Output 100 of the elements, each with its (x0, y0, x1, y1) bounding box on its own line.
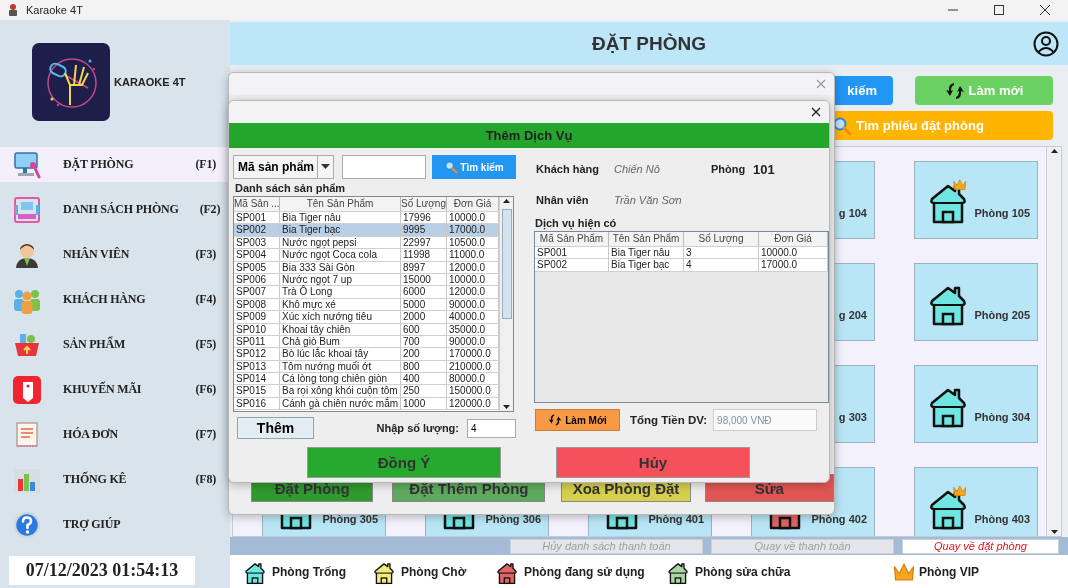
table-cell: Trà Ô Long (280, 286, 401, 298)
table-cell: Xúc xích nướng tiêu (280, 311, 401, 323)
table-cell: 17996 (401, 212, 447, 224)
dialog-title: Thêm Dịch Vụ (229, 123, 829, 148)
table-cell: SP010 (234, 323, 280, 335)
brand-name: KARAOKE 4T (114, 76, 186, 88)
nav-label: NHÂN VIÊN (63, 247, 131, 262)
table-cell: 700 (401, 335, 447, 348)
table-cell: 10000.0 (759, 247, 828, 259)
table-cell: SP003 (234, 236, 280, 249)
table-cell: 9995 (401, 224, 447, 236)
shortcut-label: (F7) (195, 427, 216, 442)
section-title: Dịch vụ hiện có (535, 217, 618, 230)
shortcut-label: (F4) (195, 292, 216, 307)
room-label: Phòng 401 (648, 512, 704, 527)
shortcut-label: (F8) (195, 472, 216, 487)
table-cell: Bia Tiger nâu (609, 247, 684, 259)
table-cell: 6000 (401, 286, 447, 298)
table-cell: 22997 (401, 236, 447, 249)
room-label: Phòng 105 (974, 206, 1030, 221)
nav-label: KHÁCH HÀNG (63, 292, 147, 307)
table-cell: 17000.0 (759, 259, 828, 271)
staff-name: Trần Văn Sơn (614, 194, 683, 206)
customer-name: Chiến Nô (614, 163, 661, 175)
table-cell: 3 (684, 247, 759, 259)
shortcut-label: (F3) (195, 247, 216, 262)
table-cell: SP008 (234, 298, 280, 311)
room-label: Phòng 205 (974, 308, 1030, 323)
table-cell: Ba rọi xông khói cuộn tôm (280, 385, 401, 397)
table-cell: 4 (684, 259, 759, 271)
legend-label: Phòng đang sử dụng (524, 564, 645, 579)
room-label: Phòng 306 (485, 512, 541, 527)
shortcut-label: (F6) (195, 382, 216, 397)
table-cell: Bia Tiger bạc (609, 259, 684, 271)
clock: 07/12/2023 01:54:13 (9, 556, 195, 585)
table-cell: SP004 (234, 249, 280, 261)
room-label: g 303 (838, 410, 867, 425)
table-cell: Khô mực xé (280, 298, 401, 311)
shortcut-label: (F5) (195, 337, 216, 352)
table-cell: SP014 (234, 373, 280, 385)
room-label: Phòng 305 (322, 512, 378, 527)
table-cell: 8997 (401, 261, 447, 273)
section-title: Danh sách sản phẩm (235, 182, 347, 195)
legend-label: Phòng sửa chữa (695, 564, 791, 579)
shortcut-label: (F2) (199, 202, 221, 217)
table-cell: SP001 (234, 212, 280, 224)
table-cell: SP016 (234, 397, 280, 410)
room-label: Phòng 402 (811, 512, 867, 527)
legend-label: Phòng VIP (919, 564, 979, 579)
table-cell: 600 (401, 323, 447, 335)
room-label: g 104 (838, 206, 867, 221)
table-cell: Nước ngọt 7 up (280, 273, 401, 286)
table-cell: Chả giò Bum (280, 335, 401, 348)
table-cell: 1000 (401, 397, 447, 410)
table-cell: Nước ngọt Coca cola (280, 249, 401, 261)
table-cell: Khoai tây chiên (280, 323, 401, 335)
table-cell: 2000 (401, 311, 447, 323)
room-label: Phòng 403 (974, 512, 1030, 527)
table-cell: 400 (401, 373, 447, 385)
field-label: Khách hàng (536, 163, 600, 175)
nav-label: KHUYẾN MÃI (63, 382, 143, 397)
table-cell: SP013 (234, 360, 280, 373)
table-cell: SP009 (234, 311, 280, 323)
field-label: Phòng (711, 163, 747, 175)
table-cell: SP001 (535, 247, 609, 259)
table-cell: 15000 (401, 273, 447, 286)
table-cell: SP006 (234, 273, 280, 286)
nav-label: HÓA ĐƠN (63, 427, 119, 442)
table-cell: SP002 (234, 224, 280, 236)
room-number: 101 (753, 161, 776, 177)
table-cell: 800 (401, 360, 447, 373)
quantity-label: Nhập số lượng: (376, 422, 459, 434)
table-cell: SP007 (234, 286, 280, 298)
nav-label: THỐNG KÊ (63, 472, 128, 487)
table-cell: Bò lúc lắc khoai tây (280, 348, 401, 360)
shortcut-label: (F1) (195, 157, 216, 172)
table-cell: SP012 (234, 348, 280, 360)
table-cell: 250 (401, 385, 447, 397)
table-cell: Tôm nướng muối ớt (280, 360, 401, 373)
room-label: Phòng 304 (974, 410, 1030, 425)
nav-label: SẢN PHẨM (63, 337, 127, 352)
room-label: g 204 (838, 308, 867, 323)
table-cell: Bia Tiger nâu (280, 212, 401, 224)
legend-label: Phòng Trống (272, 564, 346, 579)
field-label: Nhân viên (536, 194, 590, 206)
page-title: ĐẶT PHÒNG (592, 32, 706, 55)
table-cell: SP011 (234, 335, 280, 348)
legend-label: Phòng Chờ (401, 564, 467, 579)
table-cell: Cá lòng tong chiên giòn (280, 373, 401, 385)
table-cell: Bia Tiger bạc (280, 224, 401, 236)
total-label: Tổng Tiền DV: (630, 414, 708, 426)
table-cell: 11998 (401, 249, 447, 261)
table-cell: Cánh gà chiên nước mắm (280, 397, 401, 410)
table-cell: Nước ngọt pepsi (280, 236, 401, 249)
nav-label: DANH SÁCH PHÒNG (63, 202, 179, 217)
table-cell: SP002 (535, 259, 609, 271)
window-title: Karaoke 4T (26, 4, 83, 16)
table-cell: 200 (401, 348, 447, 360)
table-cell: SP005 (234, 261, 280, 273)
table-cell: 5000 (401, 298, 447, 311)
